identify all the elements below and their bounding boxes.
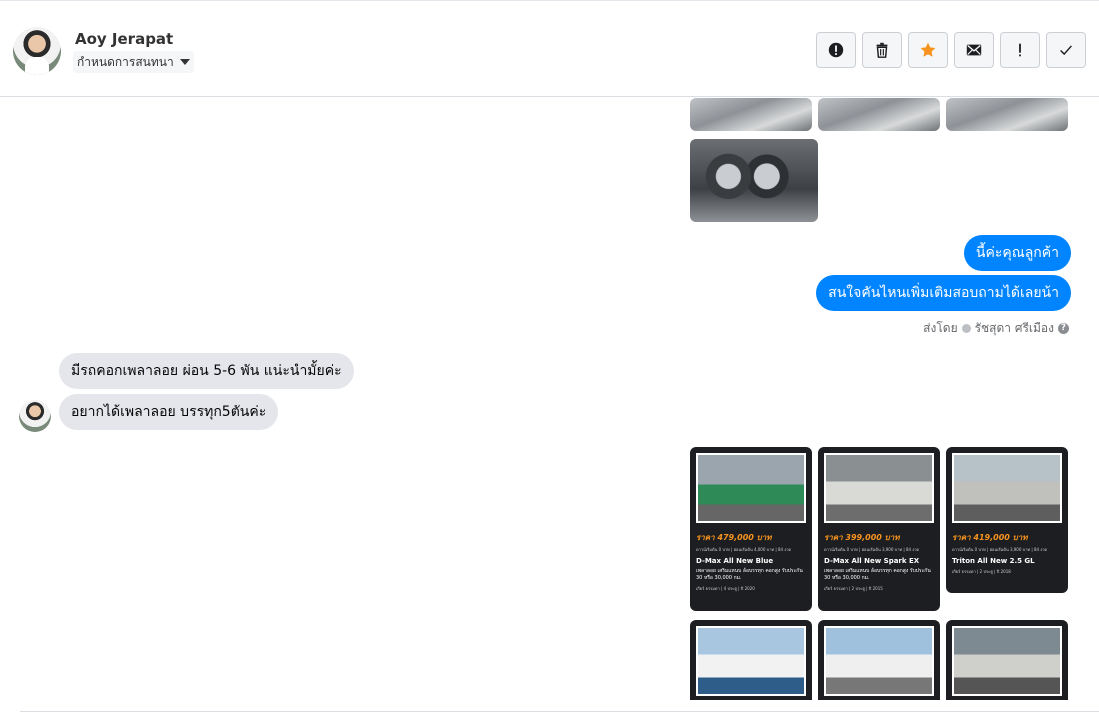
conversation-toolbar [816, 32, 1086, 68]
check-icon [1060, 45, 1072, 56]
contact-name[interactable]: Aoy Jerapat [75, 30, 173, 48]
follow-up-button[interactable] [1000, 32, 1040, 68]
contact-avatar-small[interactable] [19, 400, 51, 432]
contact-avatar[interactable] [13, 27, 61, 75]
card-price: ราคา 419,000 บาท [952, 533, 1028, 542]
delete-button[interactable] [862, 32, 902, 68]
trash-icon [876, 42, 888, 58]
card-meta: ดาวน์เริ่มต้น 0 บาท | ผ่อนเริ่มต้น 3,900… [952, 547, 1048, 552]
exclamation-icon [1019, 43, 1021, 57]
card-model: Triton All New 2.5 GL [952, 557, 1035, 565]
outgoing-message[interactable]: สนใจคันไหนเพิ่มเติมสอบถามได้เลยน้า [816, 275, 1071, 311]
car-listing-image[interactable] [946, 620, 1068, 700]
card-model: D-Max All New Spark EX [824, 557, 920, 565]
card-desc: เพลาลอย เสริมแหนบ ล้อบรรทุก คอกสูง รับปร… [824, 568, 931, 581]
assign-label: กำหนดการสนทนา [77, 54, 174, 69]
card-meta: ดาวน์เริ่มต้น 0 บาท | ผ่อนเริ่มต้น 3,900… [824, 547, 920, 552]
sent-by-line: ส่งโดย รัชสุดา ศรีเมือง ? [923, 319, 1069, 338]
car-listing-image[interactable]: ราคา 419,000 บาท ดาวน์เริ่มต้น 0 บาท | ผ… [946, 447, 1068, 593]
car-listing-image[interactable] [818, 620, 940, 700]
car-listing-image[interactable]: ราคา 479,000 บาท ดาวน์เริ่มต้น 0 บาท | ผ… [690, 447, 812, 611]
car-photo [824, 453, 934, 523]
outgoing-message[interactable]: นี้ค่ะคุณลูกค้า [963, 235, 1071, 271]
sender-name[interactable]: รัชสุดา ศรีเมือง [975, 319, 1054, 338]
sent-by-prefix: ส่งโดย [923, 321, 958, 335]
incoming-message[interactable]: มีรถคอกเพลาลอย ผ่อน 5-6 พัน แน่ะนำมั้ยค่… [59, 353, 354, 389]
caret-down-icon [179, 59, 190, 65]
help-icon[interactable]: ? [1058, 323, 1069, 334]
mark-spam-button[interactable] [816, 32, 856, 68]
card-model: D-Max All New Blue [696, 557, 774, 565]
dashboard-gauge-image[interactable] [690, 139, 818, 222]
conversation-header: Aoy Jerapat กำหนดการสนทนา [0, 0, 1099, 97]
card-foot: เกียร์ ธรรมดา | 4 ประตู | ปี 2020 [696, 586, 755, 591]
mark-done-button[interactable] [1046, 32, 1086, 68]
star-icon [920, 42, 936, 57]
incoming-message[interactable]: อยากได้เพลาลอย บรรทุก5ตันค่ะ [59, 394, 279, 430]
card-desc: เพลาลอย เสริมแหนบ ล้อบรรทุก คอกสูง รับปร… [696, 568, 803, 581]
card-foot: เกียร์ ธรรมดา | 2 ประตู | ปี 2018 [952, 569, 1011, 574]
mail-icon [966, 44, 982, 56]
car-listing-image[interactable]: ราคา 399,000 บาท ดาวน์เริ่มต้น 0 บาท | ผ… [818, 447, 940, 611]
card-price: ราคา 399,000 บาท [824, 533, 900, 542]
car-photo [952, 626, 1062, 696]
car-listing-image[interactable] [690, 620, 812, 700]
car-interior-image[interactable] [690, 98, 812, 131]
composer-divider [20, 711, 1099, 712]
car-photo [952, 453, 1062, 523]
star-button[interactable] [908, 32, 948, 68]
card-foot: เกียร์ ธรรมดา | 2 ประตู | ปี 2015 [824, 586, 883, 591]
car-photo [696, 626, 806, 696]
sender-status-icon [961, 324, 971, 333]
card-meta: ดาวน์เริ่มต้น 0 บาท | ผ่อนเริ่มต้น 4,000… [696, 547, 792, 552]
message-thread[interactable]: นี้ค่ะคุณลูกค้า สนใจคันไหนเพิ่มเติมสอบถา… [0, 98, 1099, 700]
mark-unread-button[interactable] [954, 32, 994, 68]
car-interior-image[interactable] [946, 98, 1068, 131]
alert-circle-icon [828, 42, 844, 58]
card-price: ราคา 479,000 บาท [696, 533, 772, 542]
car-interior-image[interactable] [818, 98, 940, 131]
assign-conversation-dropdown[interactable]: กำหนดการสนทนา [73, 51, 194, 73]
car-photo [824, 626, 934, 696]
car-photo [696, 453, 806, 523]
